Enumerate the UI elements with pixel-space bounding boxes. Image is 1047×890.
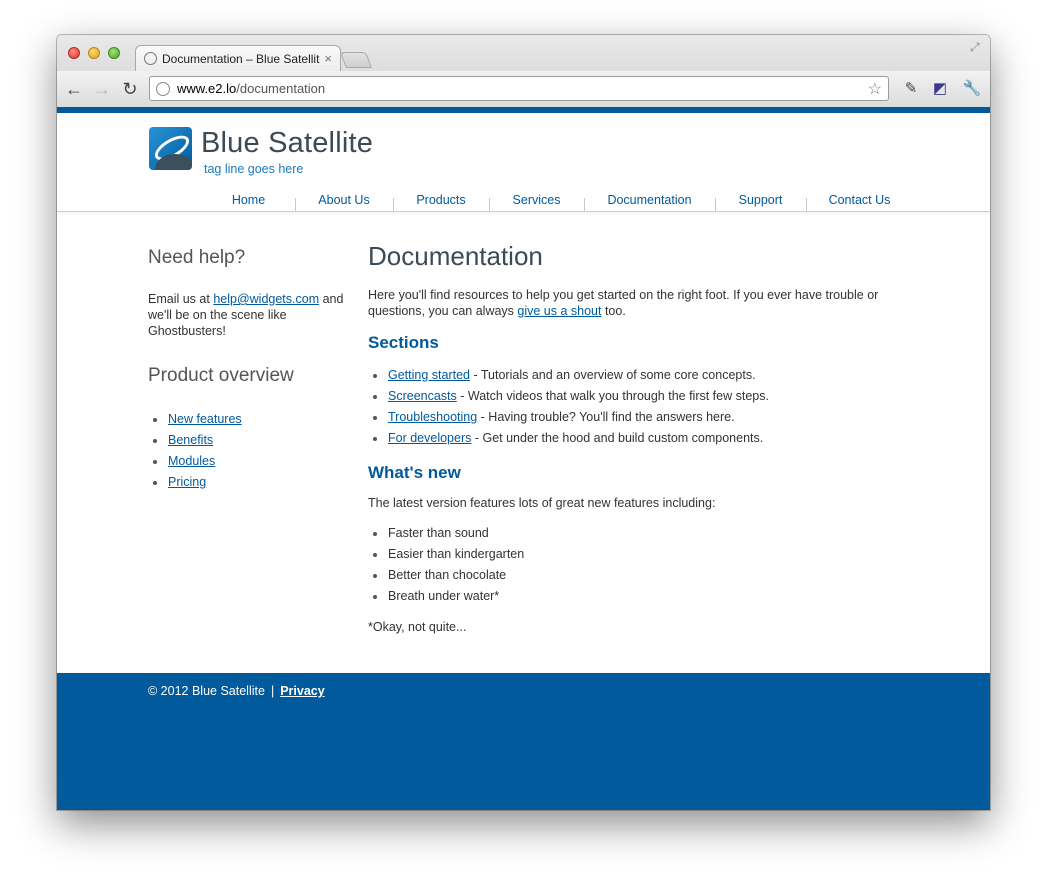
list-item: Easier than kindergarten [368, 544, 888, 565]
sidebar: Need help? Email us at help@widgets.com … [148, 247, 348, 493]
extension-icon[interactable]: ✎ [901, 79, 921, 99]
nav-item-contact-us[interactable]: Contact Us [806, 193, 913, 213]
overview-link-pricing[interactable]: Pricing [168, 475, 206, 489]
fullscreen-icon[interactable]: ⤢ [970, 40, 984, 54]
globe-icon [156, 81, 170, 96]
whats-new-intro: The latest version features lots of grea… [368, 496, 716, 510]
list-item: Better than chocolate [368, 565, 888, 586]
privacy-link[interactable]: Privacy [280, 684, 324, 698]
wrench-icon[interactable]: 🔧 [962, 79, 982, 99]
list-item: Screencasts - Watch videos that walk you… [368, 386, 888, 407]
browser-titlebar: Documentation – Blue Satellite × ⤢ ← → ↻… [57, 35, 990, 107]
list-item: Faster than sound [368, 523, 888, 544]
nav-item-documentation[interactable]: Documentation [584, 193, 715, 213]
satellite-logo-icon[interactable] [149, 127, 192, 170]
section-description: - Tutorials and an overview of some core… [470, 368, 756, 382]
help-text: Email us at help@widgets.com and we'll b… [148, 291, 348, 339]
help-email-link[interactable]: help@widgets.com [213, 292, 319, 306]
footer-separator: | [270, 684, 275, 698]
section-link-for-developers[interactable]: For developers [388, 431, 471, 445]
tab-close-icon[interactable]: × [324, 51, 332, 66]
list-item: Getting started - Tutorials and an overv… [368, 365, 888, 386]
overview-link-modules[interactable]: Modules [168, 454, 215, 468]
features-list: Faster than sound Easier than kindergart… [368, 523, 888, 607]
nav-item-services[interactable]: Services [489, 193, 584, 213]
overview-link-benefits[interactable]: Benefits [168, 433, 213, 447]
new-tab-button[interactable] [340, 52, 372, 68]
list-item: Breath under water* [368, 586, 888, 607]
section-description: - Get under the hood and build custom co… [471, 431, 764, 445]
help-heading: Need help? [148, 247, 246, 268]
section-link-screencasts[interactable]: Screencasts [388, 389, 457, 403]
product-overview-list: New features Benefits Modules Pricing [148, 409, 348, 493]
intro-paragraph: Here you'll find resources to help you g… [368, 287, 888, 319]
nav-item-support[interactable]: Support [715, 193, 806, 213]
site-tagline: tag line goes here [204, 162, 304, 176]
extension-icon[interactable]: ◩ [930, 79, 950, 99]
forward-arrow-icon[interactable]: → [92, 79, 112, 99]
browser-window: Documentation – Blue Satellite × ⤢ ← → ↻… [57, 35, 990, 810]
main-navigation: Home About Us Products Services Document… [202, 193, 913, 213]
url-host: www.e2.lo [177, 81, 237, 96]
nav-item-about-us[interactable]: About Us [295, 193, 393, 213]
reload-icon[interactable]: ↻ [120, 79, 140, 99]
list-item: Modules [148, 451, 348, 472]
window-zoom-button[interactable] [108, 47, 120, 59]
section-description: - Watch videos that walk you through the… [456, 389, 769, 403]
nav-item-home[interactable]: Home [202, 193, 295, 213]
overview-link-new-features[interactable]: New features [168, 412, 242, 426]
tab-title: Documentation – Blue Satellite [162, 51, 321, 66]
site-name[interactable]: Blue Satellite [201, 127, 373, 160]
list-item: Troubleshooting - Having trouble? You'll… [368, 407, 888, 428]
back-arrow-icon[interactable]: ← [64, 79, 84, 99]
list-item: Benefits [148, 430, 348, 451]
whats-new-heading: What's new [368, 463, 461, 482]
list-item: Pricing [148, 472, 348, 493]
section-link-troubleshooting[interactable]: Troubleshooting [388, 410, 477, 424]
window-close-button[interactable] [68, 47, 80, 59]
site-header: Blue Satellite tag line goes here Home A… [57, 113, 990, 212]
bookmark-star-icon[interactable]: ☆ [868, 79, 882, 99]
help-text-prefix: Email us at [148, 292, 214, 306]
sections-list: Getting started - Tutorials and an overv… [368, 365, 888, 449]
section-description: - Having trouble? You'll find the answer… [477, 410, 735, 424]
main-content: Documentation Here you'll find resources… [368, 241, 888, 635]
browser-tab-active[interactable]: Documentation – Blue Satellite × [135, 45, 341, 71]
sections-heading: Sections [368, 333, 439, 352]
list-item: For developers - Get under the hood and … [368, 428, 888, 449]
browser-toolbar: ← → ↻ www.e2.lo /documentation ☆ ✎ ◩ 🔧 [57, 71, 990, 107]
window-minimize-button[interactable] [88, 47, 100, 59]
contact-link[interactable]: give us a shout [517, 304, 601, 318]
globe-icon [144, 52, 157, 65]
product-overview-heading: Product overview [148, 365, 294, 386]
list-item: New features [148, 409, 348, 430]
nav-item-products[interactable]: Products [393, 193, 489, 213]
copyright-text: © 2012 Blue Satellite [148, 684, 265, 698]
page-title: Documentation [368, 241, 543, 271]
section-link-getting-started[interactable]: Getting started [388, 368, 470, 382]
footnote: *Okay, not quite... [368, 620, 467, 634]
url-path: /documentation [236, 81, 326, 96]
intro-suffix: too. [601, 304, 626, 318]
address-bar[interactable]: www.e2.lo /documentation ☆ [149, 76, 889, 101]
web-page: Blue Satellite tag line goes here Home A… [57, 107, 990, 810]
footer-text: © 2012 Blue Satellite | Privacy [148, 684, 325, 698]
site-footer: © 2012 Blue Satellite | Privacy [57, 673, 990, 810]
